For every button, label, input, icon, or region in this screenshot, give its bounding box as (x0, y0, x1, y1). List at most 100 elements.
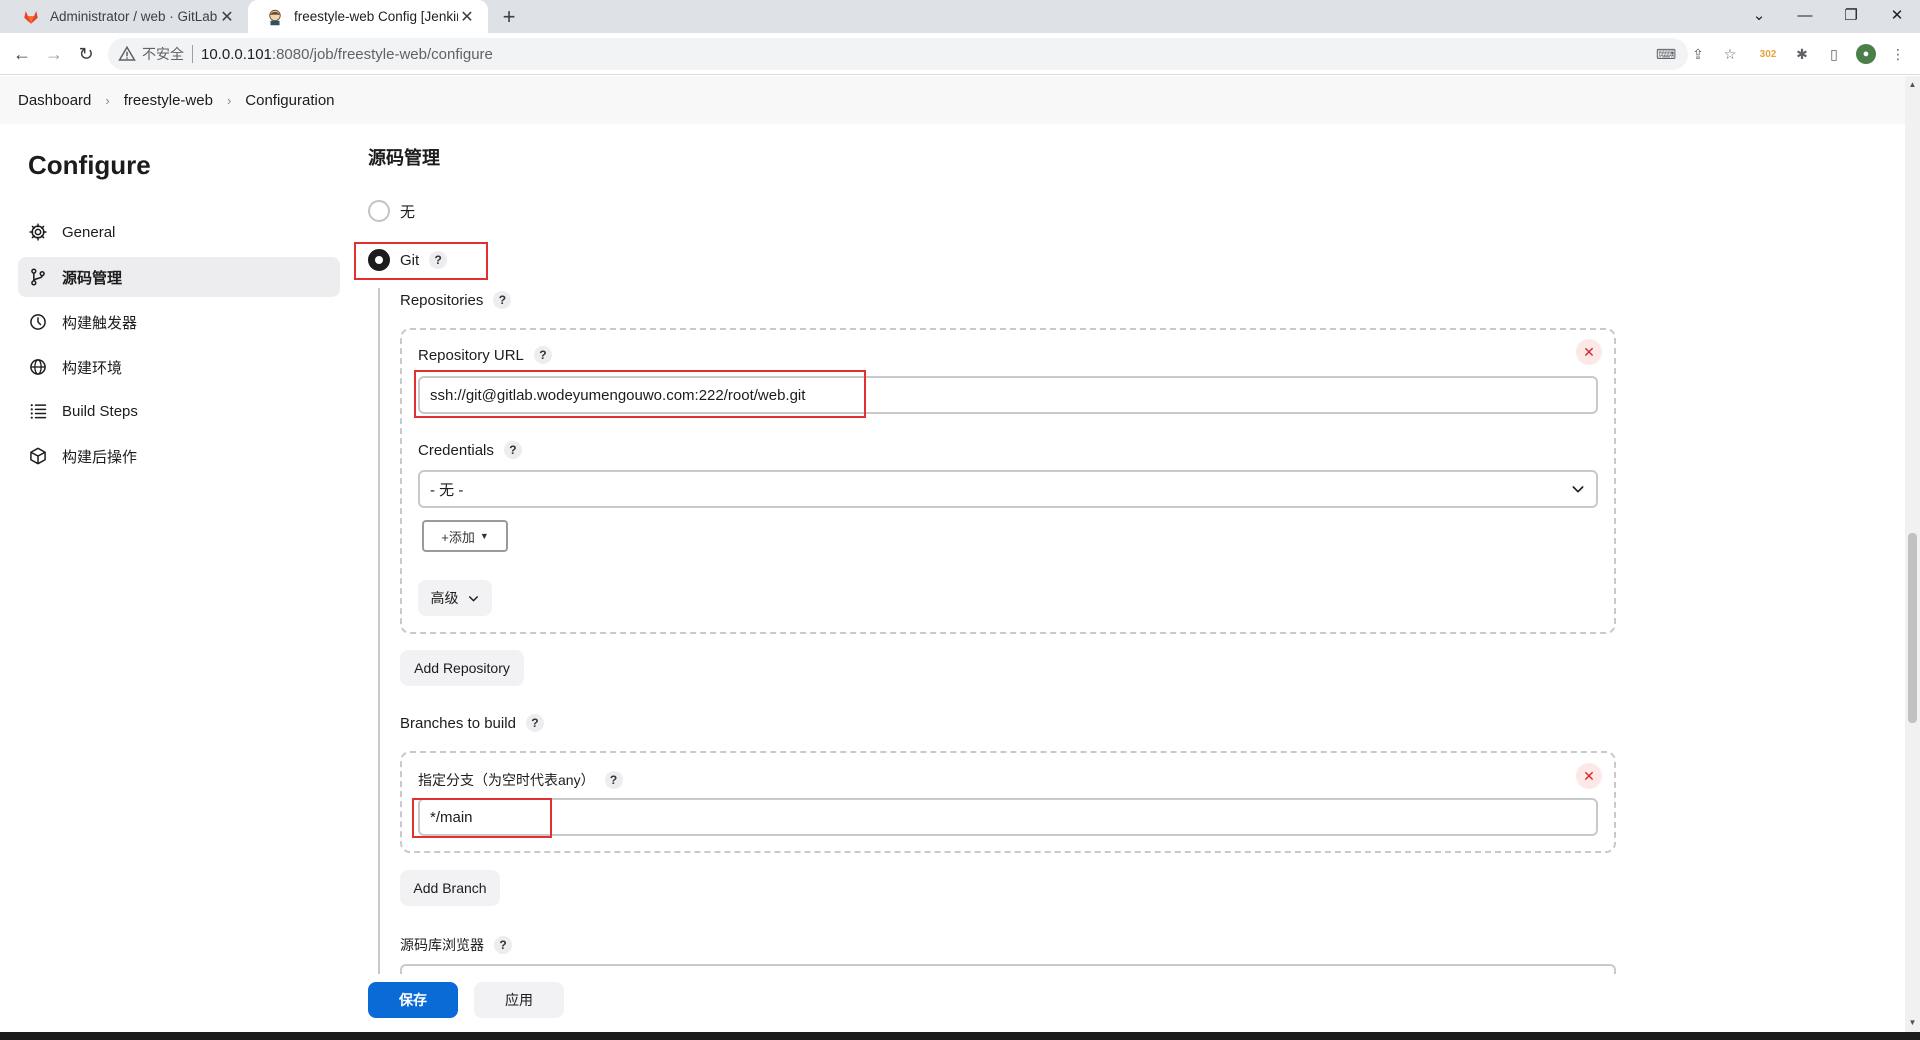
branch-specifier-label: 指定分支（为空时代表any） ? (418, 770, 623, 790)
sidebar-item-label: General (62, 223, 116, 241)
scroll-down-icon[interactable]: ▼ (1908, 1018, 1917, 1027)
browser-tab-jenkins[interactable]: freestyle-web Config [Jenkins] ✕ (248, 0, 488, 33)
bookmark-star-icon[interactable]: ☆ (1720, 44, 1740, 64)
restore-icon[interactable]: ❐ (1828, 0, 1874, 30)
back-icon[interactable]: ← (10, 42, 34, 66)
extensions-puzzle-icon[interactable]: ✱ (1792, 44, 1812, 64)
extension-badge[interactable]: 302 (1758, 44, 1778, 64)
radio-none-label: 无 (400, 203, 416, 221)
sidebar-item-label: 构建后操作 (62, 448, 138, 466)
advanced-label: 高级 (430, 590, 459, 606)
branch-icon (28, 267, 48, 287)
add-repository-button[interactable]: Add Repository (400, 650, 524, 686)
sidebar-item-build-triggers[interactable]: 构建触发器 (18, 302, 340, 342)
breadcrumb-job[interactable]: freestyle-web (124, 92, 213, 109)
chevron-down-icon (1572, 486, 1584, 493)
sidebar-item-general[interactable]: General (18, 212, 340, 252)
breadcrumb-dashboard[interactable]: Dashboard (18, 92, 91, 109)
browser-toolbar: ← → ↻ 不安全 10.0.0.101:8080/job/freestyle-… (0, 33, 1920, 75)
add-credentials-label: +添加 (441, 529, 475, 545)
radio-none[interactable] (368, 200, 390, 222)
caret-down-icon: ▼ (479, 531, 489, 541)
address-bar[interactable]: 不安全 10.0.0.101:8080/job/freestyle-web/co… (108, 38, 1688, 70)
translate-icon[interactable]: ⌨ (1656, 44, 1676, 64)
page-scrollbar[interactable]: ▲ ▼ (1905, 76, 1920, 1032)
new-tab-icon[interactable]: + (496, 4, 522, 30)
cube-icon (28, 446, 48, 466)
sidebar-item-post-build[interactable]: 构建后操作 (18, 436, 340, 476)
os-taskbar (0, 1032, 1920, 1040)
security-label[interactable]: 不安全 (142, 44, 184, 64)
chevron-right-icon: › (105, 92, 110, 108)
help-icon[interactable]: ? (525, 714, 544, 732)
highlight-box (412, 798, 552, 838)
profile-avatar-icon[interactable]: ● (1856, 44, 1876, 64)
url-host: 10.0.0.101 (201, 45, 272, 63)
sidebar-item-label: 源码管理 (62, 269, 123, 287)
tab-title: freestyle-web Config [Jenkins] (294, 9, 458, 24)
repository-url-label: Repository URL ? (418, 346, 552, 364)
section-indent-line (378, 288, 380, 988)
highlight-box (414, 370, 866, 418)
advanced-button[interactable]: 高级 (418, 580, 492, 616)
sidebar-item-build-steps[interactable]: Build Steps (18, 391, 340, 431)
highlight-box (354, 242, 488, 280)
add-credentials-button[interactable]: +添加 ▼ (422, 520, 508, 552)
divider (192, 45, 193, 63)
apply-button[interactable]: 应用 (474, 982, 564, 1018)
help-icon[interactable]: ? (503, 441, 522, 459)
browser-tab-strip: Administrator / web · GitLab ✕ freestyle… (0, 0, 1920, 33)
close-icon[interactable]: ✕ (218, 8, 236, 26)
help-icon[interactable]: ? (604, 771, 623, 789)
sidebar-item-label: Build Steps (62, 402, 138, 420)
chevron-right-icon: › (226, 92, 232, 108)
sidepanel-icon[interactable]: ▯ (1824, 44, 1844, 64)
minimize-icon[interactable]: — (1782, 0, 1828, 30)
add-branch-button[interactable]: Add Branch (400, 870, 500, 906)
sidebar-item-scm[interactable]: 源码管理 (18, 257, 340, 297)
sidebar-item-label: 构建触发器 (62, 314, 138, 332)
scroll-thumb[interactable] (1908, 533, 1917, 723)
reload-icon[interactable]: ↻ (74, 42, 98, 66)
gitlab-icon (24, 10, 38, 24)
delete-branch-icon[interactable]: ✕ (1576, 763, 1602, 789)
jenkins-icon (269, 9, 281, 25)
chevron-down-icon (468, 595, 478, 602)
branch-specifier-input[interactable] (418, 798, 1598, 836)
add-repository-label: Add Repository (414, 660, 510, 676)
url-path: :8080/job/freestyle-web/configure (271, 45, 493, 63)
tab-title: Administrator / web · GitLab (50, 9, 218, 24)
clock-icon (28, 312, 48, 332)
repositories-label: Repositories ? (400, 291, 512, 309)
form-footer: 保存 应用 (0, 974, 1905, 1032)
menu-dots-icon[interactable]: ⋮ (1888, 44, 1908, 64)
credentials-select[interactable]: - 无 - (418, 470, 1598, 508)
warning-icon (118, 45, 136, 61)
window-close-icon[interactable]: ✕ (1874, 0, 1920, 30)
add-branch-label: Add Branch (413, 880, 487, 896)
sidebar-item-label: 构建环境 (62, 359, 123, 377)
list-icon (28, 401, 48, 421)
forward-icon[interactable]: → (42, 42, 66, 66)
breadcrumb-configuration[interactable]: Configuration (245, 92, 334, 109)
section-title: 源码管理 (368, 148, 440, 168)
branches-label: Branches to build ? (400, 714, 544, 732)
sidebar-title: Configure (28, 150, 151, 180)
help-icon[interactable]: ? (533, 346, 552, 364)
delete-repository-icon[interactable]: ✕ (1576, 339, 1602, 365)
close-icon[interactable]: ✕ (458, 8, 476, 26)
save-button[interactable]: 保存 (368, 982, 458, 1018)
repo-browser-select[interactable] (400, 964, 1616, 974)
globe-icon (28, 357, 48, 377)
help-icon[interactable]: ? (494, 936, 512, 954)
help-icon[interactable]: ? (493, 291, 512, 309)
sidebar-item-build-env[interactable]: 构建环境 (18, 347, 340, 387)
browser-tab-gitlab[interactable]: Administrator / web · GitLab ✕ (4, 0, 248, 33)
tab-search-icon[interactable]: ⌄ (1736, 0, 1782, 30)
credentials-label: Credentials ? (418, 441, 522, 459)
share-icon[interactable]: ⇪ (1688, 44, 1708, 64)
scm-option-none[interactable]: 无 (368, 200, 415, 222)
breadcrumb: Dashboard › freestyle-web › Configuratio… (0, 76, 1905, 124)
scroll-up-icon[interactable]: ▲ (1908, 80, 1917, 89)
credentials-selected: - 无 - (430, 481, 464, 499)
